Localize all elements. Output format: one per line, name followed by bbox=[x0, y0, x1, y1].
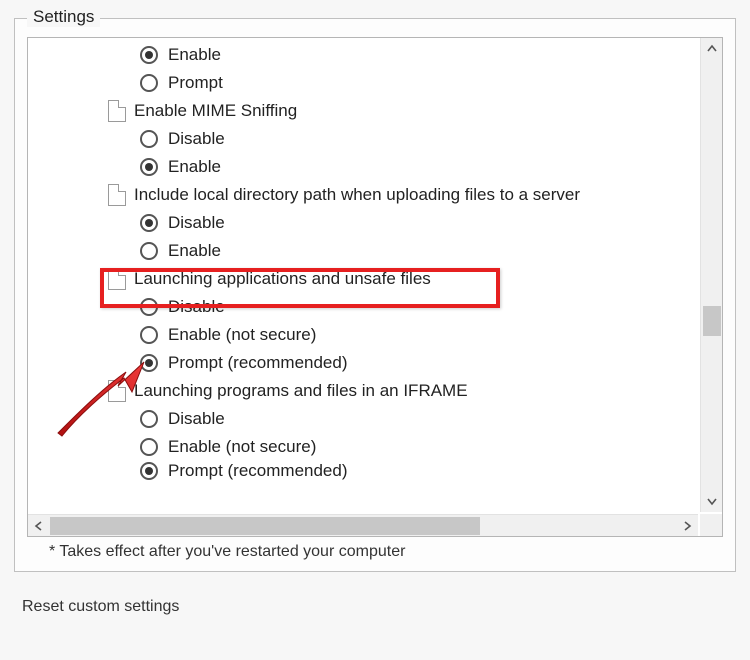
option-label: Enable (not secure) bbox=[168, 437, 316, 457]
radio-row[interactable]: Enable bbox=[28, 153, 698, 181]
option-label: Disable bbox=[168, 213, 225, 233]
page-icon bbox=[108, 184, 126, 206]
radio-icon[interactable] bbox=[140, 298, 158, 316]
option-label: Prompt (recommended) bbox=[168, 461, 348, 481]
vertical-scrollbar[interactable] bbox=[700, 38, 722, 512]
option-label: Disable bbox=[168, 409, 225, 429]
radio-icon[interactable] bbox=[140, 158, 158, 176]
radio-icon[interactable] bbox=[140, 214, 158, 232]
radio-row[interactable]: Enable bbox=[28, 41, 698, 69]
radio-row[interactable]: Enable (not secure) bbox=[28, 433, 698, 461]
section-header-mime-sniffing[interactable]: Enable MIME Sniffing bbox=[28, 97, 698, 125]
radio-icon[interactable] bbox=[140, 130, 158, 148]
horizontal-scrollbar[interactable] bbox=[28, 514, 698, 536]
tree-content[interactable]: Enable Prompt Enable MIME Sniffing Disab… bbox=[28, 38, 698, 512]
scroll-up-arrow-icon[interactable] bbox=[701, 38, 723, 60]
radio-icon[interactable] bbox=[140, 326, 158, 344]
option-label: Enable bbox=[168, 241, 221, 261]
settings-groupbox: Settings Enable Prompt Enable MIME Sniff… bbox=[14, 18, 736, 572]
page-icon bbox=[108, 100, 126, 122]
radio-icon[interactable] bbox=[140, 438, 158, 456]
scrollbar-corner bbox=[700, 514, 722, 536]
scrollbar-thumb[interactable] bbox=[703, 306, 721, 336]
scroll-left-arrow-icon[interactable] bbox=[28, 515, 50, 537]
scroll-down-arrow-icon[interactable] bbox=[701, 490, 723, 512]
radio-row[interactable]: Enable bbox=[28, 237, 698, 265]
option-label: Enable bbox=[168, 45, 221, 65]
option-label: Enable (not secure) bbox=[168, 325, 316, 345]
option-label: Enable bbox=[168, 157, 221, 177]
section-title: Launching applications and unsafe files bbox=[134, 269, 431, 289]
radio-icon[interactable] bbox=[140, 242, 158, 260]
page-icon bbox=[108, 268, 126, 290]
security-settings-tree: Enable Prompt Enable MIME Sniffing Disab… bbox=[27, 37, 723, 537]
section-header-iframe-launch[interactable]: Launching programs and files in an IFRAM… bbox=[28, 377, 698, 405]
radio-row[interactable]: Disable bbox=[28, 405, 698, 433]
radio-row[interactable]: Disable bbox=[28, 125, 698, 153]
section-title: Enable MIME Sniffing bbox=[134, 101, 297, 121]
radio-row[interactable]: Disable bbox=[28, 209, 698, 237]
settings-legend: Settings bbox=[27, 7, 100, 27]
option-label: Disable bbox=[168, 129, 225, 149]
radio-row[interactable]: Disable bbox=[28, 293, 698, 321]
radio-icon[interactable] bbox=[140, 462, 158, 480]
scrollbar-thumb[interactable] bbox=[50, 517, 480, 535]
reset-custom-settings-label: Reset custom settings bbox=[22, 598, 736, 616]
restart-footnote: * Takes effect after you've restarted yo… bbox=[49, 543, 709, 561]
radio-row[interactable]: Prompt (recommended) bbox=[28, 349, 698, 377]
radio-row[interactable]: Prompt (recommended) bbox=[28, 461, 698, 481]
radio-icon[interactable] bbox=[140, 74, 158, 92]
radio-icon[interactable] bbox=[140, 46, 158, 64]
radio-row[interactable]: Prompt bbox=[28, 69, 698, 97]
section-header-launching-unsafe-files[interactable]: Launching applications and unsafe files bbox=[28, 265, 698, 293]
section-header-local-dir-path[interactable]: Include local directory path when upload… bbox=[28, 181, 698, 209]
section-title: Include local directory path when upload… bbox=[134, 185, 580, 205]
option-label: Prompt bbox=[168, 73, 223, 93]
radio-icon[interactable] bbox=[140, 354, 158, 372]
radio-icon[interactable] bbox=[140, 410, 158, 428]
option-label: Disable bbox=[168, 297, 225, 317]
option-label: Prompt (recommended) bbox=[168, 353, 348, 373]
scroll-right-arrow-icon[interactable] bbox=[676, 515, 698, 537]
radio-row[interactable]: Enable (not secure) bbox=[28, 321, 698, 349]
section-title: Launching programs and files in an IFRAM… bbox=[134, 381, 468, 401]
page-icon bbox=[108, 380, 126, 402]
